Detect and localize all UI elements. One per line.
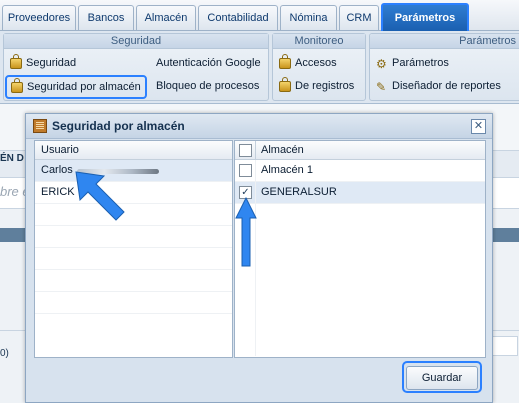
almacenes-header: Almacén <box>235 141 485 160</box>
row-checkbox[interactable] <box>239 164 252 177</box>
ribbon-item-bloqueo-de-procesos[interactable]: Bloqueo de procesos <box>156 77 259 95</box>
window-icon <box>33 119 47 133</box>
lock-icon <box>11 78 23 93</box>
ribbon-item-label: De registros <box>295 80 355 92</box>
almacen-row-1[interactable]: Almacén 1 <box>235 160 485 182</box>
arrow-shape <box>75 171 125 221</box>
ribbon-item-label: Seguridad <box>26 57 77 69</box>
background-box <box>490 336 518 356</box>
ribbon-item-disenador-de-reportes[interactable]: ✎ Diseñador de reportes <box>376 77 501 95</box>
ribbon-item-seguridad-por-almacen[interactable]: Seguridad por almacén <box>5 75 147 99</box>
gear-icon: ⚙ <box>376 57 387 71</box>
users-header-label: Usuario <box>41 144 79 156</box>
almacenes-header-label[interactable]: Almacén <box>261 144 304 156</box>
arrow-shape <box>235 196 257 267</box>
user-row-erick[interactable]: ERICK <box>35 182 232 204</box>
group-title-parametros: Parámetros <box>370 34 519 49</box>
users-panel: Usuario Carlos ERICK <box>34 140 233 358</box>
users-header[interactable]: Usuario <box>35 141 232 160</box>
close-icon[interactable]: ✕ <box>471 119 486 134</box>
ribbon-item-label: Autenticación Google <box>156 57 261 69</box>
ribbon-item-seguridad[interactable]: Seguridad <box>10 54 76 72</box>
group-title-monitoreo: Monitoreo <box>273 34 365 49</box>
main-tab-bar: Proveedores Bancos Almacén Contabilidad … <box>0 0 519 33</box>
tab-nomina[interactable]: Nómina <box>280 5 337 30</box>
tab-almacen[interactable]: Almacén <box>136 5 196 30</box>
user-name: Carlos <box>41 164 73 176</box>
tab-proveedores[interactable]: Proveedores <box>2 5 76 30</box>
ribbon-item-de-registros[interactable]: De registros <box>279 77 354 95</box>
tab-contabilidad[interactable]: Contabilidad <box>198 5 278 30</box>
arrow-annotation-checkbox <box>235 196 257 267</box>
report-designer-icon: ✎ <box>376 80 387 94</box>
lock-icon <box>279 54 291 69</box>
ribbon-item-label: Accesos <box>295 57 337 69</box>
ribbon-item-accesos[interactable]: Accesos <box>279 54 337 72</box>
tab-bancos[interactable]: Bancos <box>78 5 134 30</box>
ribbon-item-label: Parámetros <box>392 57 449 69</box>
ribbon-group-monitoreo: Monitoreo Accesos De registros <box>272 33 366 101</box>
almacenes-panel: Almacén Almacén 1 ✓ GENERALSUR <box>234 140 486 358</box>
dialog-footer: Guardar <box>26 361 492 402</box>
ribbon-group-parametros: Parámetros ⚙ Parámetros ✎ Diseñador de rep… <box>369 33 519 101</box>
almacen-name: GENERALSUR <box>261 186 337 198</box>
ribbon-item-parametros[interactable]: ⚙ Parámetros <box>376 54 449 72</box>
user-row-empty <box>35 248 232 270</box>
user-row-carlos[interactable]: Carlos <box>35 160 232 182</box>
ribbon-group-seguridad: Seguridad Seguridad Autenticación Google… <box>3 33 269 101</box>
almacen-name: Almacén 1 <box>261 164 313 176</box>
user-row-empty <box>35 292 232 314</box>
lock-icon <box>279 77 291 92</box>
ribbon-item-label: Diseñador de reportes <box>392 80 501 92</box>
column-divider <box>255 141 256 159</box>
group-title-seguridad: Seguridad <box>4 34 268 49</box>
seguridad-por-almacen-dialog: Seguridad por almacén ✕ Usuario Carlos E… <box>25 113 493 403</box>
ribbon-item-autenticacion-google[interactable]: Autenticación Google <box>156 54 261 72</box>
dialog-title: Seguridad por almacén <box>52 119 185 133</box>
ribbon-item-label: Seguridad por almacén <box>27 81 141 93</box>
save-button[interactable]: Guardar <box>406 366 478 390</box>
lock-icon <box>10 54 22 69</box>
ribbon-item-label: Bloqueo de procesos <box>156 80 260 92</box>
tab-crm[interactable]: CRM <box>339 5 379 30</box>
almacen-row-generalsur[interactable]: ✓ GENERALSUR <box>235 182 485 204</box>
select-all-checkbox[interactable] <box>239 144 252 157</box>
user-row-empty <box>35 270 232 292</box>
user-row-empty <box>35 226 232 248</box>
dialog-titlebar[interactable]: Seguridad por almacén ✕ <box>26 114 492 139</box>
arrow-annotation-user <box>75 171 125 221</box>
background-footer-label: 0) <box>0 348 9 359</box>
background-label: ÉN D <box>0 153 24 164</box>
ribbon: Seguridad Seguridad Autenticación Google… <box>0 31 519 104</box>
user-row-empty <box>35 204 232 226</box>
tab-parametros[interactable]: Parámetros <box>381 3 469 33</box>
